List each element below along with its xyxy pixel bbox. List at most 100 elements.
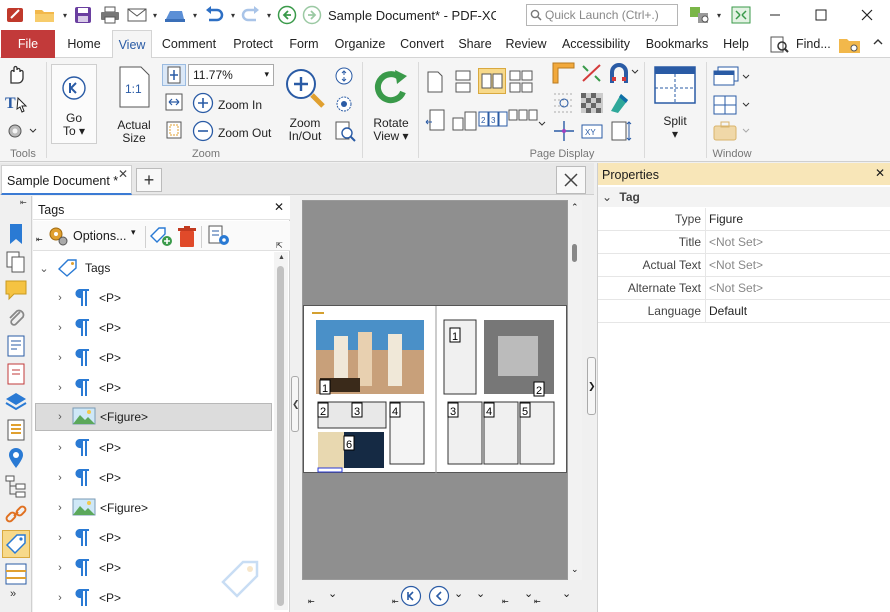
maximize-button[interactable] bbox=[798, 0, 844, 30]
facing-pages-icon[interactable] bbox=[478, 68, 506, 94]
expand-chevron-icon[interactable]: › bbox=[51, 592, 69, 604]
zoom-in-button[interactable]: Zoom In bbox=[192, 92, 262, 117]
coordinates-icon[interactable]: XY bbox=[580, 120, 604, 145]
pin-nav-icon[interactable]: ⇤ bbox=[534, 597, 541, 606]
document-scrollbar[interactable]: ⌃ ⌄ bbox=[568, 200, 582, 580]
email-icon[interactable] bbox=[124, 0, 150, 30]
destinations-pane-icon[interactable] bbox=[4, 446, 28, 470]
tree-item[interactable]: › <P> bbox=[35, 314, 272, 342]
tab-share[interactable]: Share bbox=[454, 30, 496, 58]
loupe-icon[interactable] bbox=[334, 94, 354, 117]
options-dropdown-chevron-icon[interactable]: ▾ bbox=[131, 227, 136, 238]
arrange-windows-icon[interactable] bbox=[712, 94, 752, 119]
properties-doc-pane-icon[interactable] bbox=[4, 362, 28, 386]
structure-pane-icon[interactable] bbox=[4, 474, 28, 498]
tab-protect[interactable]: Protect bbox=[226, 30, 280, 58]
reading-order-pane-icon[interactable] bbox=[4, 562, 28, 586]
more-panes-chevron-icon[interactable]: » bbox=[10, 588, 16, 600]
nav-more-chevron-icon[interactable]: ⌄ bbox=[562, 587, 571, 600]
first-page-button[interactable] bbox=[400, 585, 422, 610]
tab-form[interactable]: Form bbox=[284, 30, 324, 58]
add-tag-icon[interactable] bbox=[149, 225, 173, 250]
single-page-icon[interactable] bbox=[424, 70, 446, 97]
text-select-tool-icon[interactable]: T bbox=[4, 92, 30, 117]
expand-chevron-icon[interactable]: ⌄ bbox=[35, 262, 53, 275]
thumbnails-pane-icon[interactable] bbox=[4, 250, 28, 274]
expand-chevron-icon[interactable]: › bbox=[51, 532, 69, 544]
collapse-toolbar-icon[interactable]: ⇱ bbox=[276, 241, 283, 250]
tab-convert[interactable]: Convert bbox=[394, 30, 450, 58]
tab-organize[interactable]: Organize bbox=[330, 30, 390, 58]
minimize-button[interactable] bbox=[752, 0, 798, 30]
close-pane-icon[interactable]: ✕ bbox=[274, 200, 284, 214]
tab-bookmarks[interactable]: Bookmarks bbox=[640, 30, 714, 58]
fields-pane-icon[interactable] bbox=[4, 418, 28, 442]
content-pane-icon[interactable] bbox=[4, 334, 28, 358]
property-row-alternate-text[interactable]: Alternate Text <Not Set> bbox=[598, 277, 890, 300]
document-tab[interactable]: Sample Document * ✕ bbox=[1, 165, 132, 195]
cover-page-icon[interactable] bbox=[452, 108, 478, 137]
expand-chevron-icon[interactable]: › bbox=[51, 562, 69, 574]
workspace-briefcase-icon[interactable] bbox=[712, 120, 752, 145]
measure-icon[interactable] bbox=[580, 62, 604, 87]
open-dropdown-chevron-icon[interactable]: ▾ bbox=[60, 0, 70, 30]
page-size-icon[interactable] bbox=[608, 120, 632, 145]
tree-item[interactable]: › <Figure> bbox=[35, 494, 272, 522]
tree-item[interactable]: › <P> bbox=[35, 434, 272, 462]
bookmarks-pane-icon[interactable] bbox=[4, 222, 28, 246]
pin-nav-icon[interactable]: ⇤ bbox=[308, 597, 315, 606]
zoom-out-button[interactable]: Zoom Out bbox=[192, 120, 271, 145]
tab-file[interactable]: File bbox=[1, 30, 55, 58]
tree-item[interactable]: › <P> bbox=[35, 284, 272, 312]
fit-width-icon[interactable] bbox=[164, 92, 184, 115]
undo-icon[interactable] bbox=[200, 0, 228, 30]
rotate-view-button[interactable]: Rotate View ▾ bbox=[368, 66, 414, 143]
nav-menu-chevron-icon[interactable]: ⌄ bbox=[328, 587, 337, 600]
options-button[interactable]: Options... bbox=[73, 229, 127, 243]
color-mode-icon[interactable] bbox=[608, 92, 630, 117]
expand-chevron-icon[interactable]: › bbox=[51, 411, 69, 423]
delete-tag-icon[interactable] bbox=[177, 226, 197, 251]
property-value[interactable]: Default bbox=[709, 300, 747, 322]
customize-dropdown-chevron-icon[interactable]: ▾ bbox=[714, 0, 724, 30]
full-screen-icon[interactable] bbox=[728, 0, 754, 30]
app-logo-icon[interactable] bbox=[0, 0, 30, 30]
save-icon[interactable] bbox=[70, 0, 96, 30]
forward-icon[interactable] bbox=[300, 0, 324, 30]
expand-chevron-icon[interactable]: › bbox=[51, 472, 69, 484]
scan-icon[interactable] bbox=[160, 0, 190, 30]
tree-item[interactable]: › <P> bbox=[35, 374, 272, 402]
scrollbar-thumb[interactable] bbox=[277, 266, 284, 606]
open-folder-icon[interactable] bbox=[30, 0, 60, 30]
close-pane-icon[interactable]: ✕ bbox=[875, 166, 885, 180]
expand-chevron-icon[interactable]: › bbox=[51, 352, 69, 364]
find-icon[interactable] bbox=[770, 36, 790, 57]
snap-magnet-icon[interactable] bbox=[608, 62, 640, 87]
pan-zoom-icon[interactable] bbox=[334, 120, 356, 145]
zoom-level-select[interactable]: 11.77% ▾ bbox=[188, 64, 274, 86]
tree-item[interactable]: › <P> bbox=[35, 524, 272, 552]
property-row-actual-text[interactable]: Actual Text <Not Set> bbox=[598, 254, 890, 277]
page-numbers-icon[interactable]: 23 bbox=[478, 108, 508, 137]
email-dropdown-chevron-icon[interactable]: ▾ bbox=[150, 0, 160, 30]
tab-view[interactable]: View bbox=[112, 30, 152, 59]
previous-page-button[interactable] bbox=[428, 585, 450, 610]
scroll-up-icon[interactable]: ▲ bbox=[278, 254, 285, 261]
find-button[interactable]: Find... bbox=[796, 30, 836, 58]
pin-nav-icon[interactable]: ⇤ bbox=[392, 597, 399, 606]
property-value[interactable]: <Not Set> bbox=[709, 277, 763, 299]
pin-pane-icon[interactable]: ⇤ bbox=[36, 235, 43, 244]
fit-page-icon[interactable] bbox=[162, 64, 186, 86]
expand-chevron-icon[interactable]: › bbox=[51, 382, 69, 394]
scan-dropdown-chevron-icon[interactable]: ▾ bbox=[190, 0, 200, 30]
new-window-icon[interactable] bbox=[712, 66, 752, 91]
scroll-up-icon[interactable]: ⌃ bbox=[571, 202, 579, 213]
tree-root-tags[interactable]: ⌄ Tags bbox=[35, 254, 272, 282]
close-window-button[interactable] bbox=[844, 0, 890, 30]
facing-continuous-icon[interactable] bbox=[508, 70, 534, 97]
transparency-grid-icon[interactable] bbox=[580, 92, 604, 117]
search-folder-icon[interactable] bbox=[838, 35, 862, 58]
collapse-ribbon-icon[interactable] bbox=[872, 36, 884, 50]
comments-pane-icon[interactable] bbox=[4, 278, 28, 302]
reading-mode-icon[interactable] bbox=[424, 108, 448, 137]
